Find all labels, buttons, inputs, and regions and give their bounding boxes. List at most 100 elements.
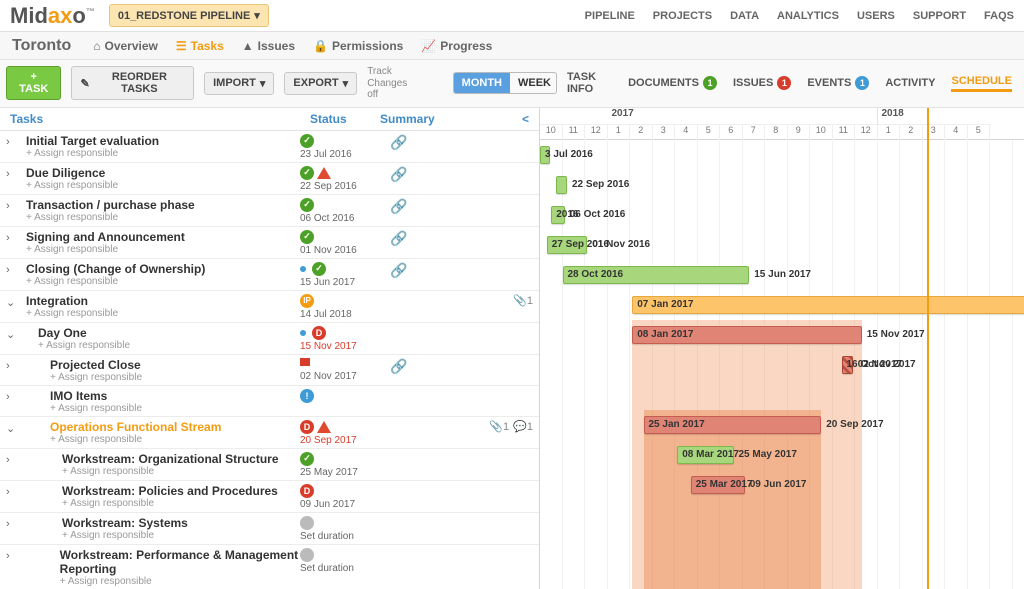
task-row[interactable]: ›Initial Target evaluation+ Assign respo…: [0, 131, 539, 163]
expander-icon[interactable]: ⌄: [6, 422, 18, 435]
import-button[interactable]: IMPORT▾: [204, 72, 274, 95]
task-row[interactable]: ›Transaction / purchase phase+ Assign re…: [0, 195, 539, 227]
task-row[interactable]: ›Workstream: Policies and Procedures+ As…: [0, 481, 539, 513]
expander-icon[interactable]: ›: [6, 168, 18, 180]
gantt-bar[interactable]: 08 Jan 201715 Nov 2017: [632, 326, 862, 344]
assign-responsible[interactable]: + Assign responsible: [60, 576, 300, 587]
task-row[interactable]: ⌄Day One+ Assign responsibleD15 Nov 2017: [0, 323, 539, 355]
gantt-bar[interactable]: 201606 Oct 2016: [551, 206, 565, 224]
assign-responsible[interactable]: + Assign responsible: [26, 212, 195, 223]
col-status-header[interactable]: Status: [310, 112, 380, 126]
gantt-bar[interactable]: 27 Sep 201601 Nov 2016: [547, 236, 588, 254]
gantt-row: 08 Mar 201725 May 2017: [540, 440, 1024, 470]
link-icon: 🔗: [390, 166, 406, 182]
track-changes[interactable]: Track Changesoff: [367, 66, 432, 101]
expander-icon[interactable]: ›: [6, 136, 18, 148]
subnav-progress[interactable]: 📈Progress: [421, 39, 492, 53]
gantt-row: 25 Jan 201720 Sep 2017: [540, 410, 1024, 440]
pipeline-selector[interactable]: 01_REDSTONE PIPELINE ▾: [109, 4, 269, 27]
expander-icon[interactable]: ›: [6, 550, 16, 562]
tab-documents[interactable]: DOCUMENTS1: [628, 76, 717, 90]
gantt-bar[interactable]: 16 Oct 201702 Nov 2017: [842, 356, 853, 374]
expander-icon[interactable]: ›: [6, 518, 18, 530]
tab-schedule[interactable]: SCHEDULE: [951, 75, 1012, 92]
col-summary-header[interactable]: Summary: [380, 112, 522, 126]
assign-responsible[interactable]: + Assign responsible: [26, 180, 118, 191]
export-button[interactable]: EXPORT▾: [284, 72, 357, 95]
task-row[interactable]: ⌄Integration+ Assign responsibleIP14 Jul…: [0, 291, 539, 323]
task-row[interactable]: ›Workstream: Organizational Structure+ A…: [0, 449, 539, 481]
task-row[interactable]: ›Signing and Announcement+ Assign respon…: [0, 227, 539, 259]
assign-responsible[interactable]: + Assign responsible: [50, 403, 142, 414]
task-date: 23 Jul 2016: [300, 149, 352, 160]
expander-icon[interactable]: ⌄: [6, 296, 18, 309]
subnav-overview[interactable]: ⌂Overview: [93, 39, 158, 53]
expander-icon[interactable]: ›: [6, 264, 18, 276]
expander-icon[interactable]: ›: [6, 391, 18, 403]
assign-responsible[interactable]: + Assign responsible: [26, 276, 205, 287]
gantt-bar[interactable]: 3 Jul 2016: [540, 146, 550, 164]
attachment-icon[interactable]: 📎1: [489, 420, 509, 433]
expander-icon[interactable]: ›: [6, 486, 18, 498]
expander-icon[interactable]: ›: [6, 200, 18, 212]
left-pane-header: Tasks Status Summary <: [0, 108, 539, 131]
gantt-bar[interactable]: 22 Sep 2016: [556, 176, 567, 194]
gantt-header: 20172018 10111212345678910111212345: [540, 108, 1024, 140]
task-row[interactable]: ›Due Diligence+ Assign responsible✓22 Se…: [0, 163, 539, 195]
tab-issues[interactable]: ISSUES1: [733, 76, 791, 90]
topnav-support[interactable]: SUPPORT: [913, 10, 966, 22]
project-name: Toronto: [12, 37, 71, 55]
task-status: ✓15 Jun 2017: [300, 262, 390, 288]
tab-task-info[interactable]: TASK INFO: [567, 71, 612, 95]
assign-responsible[interactable]: + Assign responsible: [62, 530, 188, 541]
topnav-faqs[interactable]: FAQS: [984, 10, 1014, 22]
topnav-projects[interactable]: PROJECTS: [653, 10, 712, 22]
topnav-data[interactable]: DATA: [730, 10, 759, 22]
gantt-bar[interactable]: 28 Oct 201615 Jun 2017: [563, 266, 750, 284]
subnav-permissions[interactable]: 🔒Permissions: [313, 39, 403, 53]
assign-responsible[interactable]: + Assign responsible: [38, 340, 130, 351]
view-week[interactable]: WEEK: [510, 73, 557, 93]
expander-icon[interactable]: ›: [6, 232, 18, 244]
tab-events[interactable]: EVENTS1: [807, 76, 869, 90]
attachment-icon[interactable]: 📎1: [513, 294, 533, 307]
assign-responsible[interactable]: + Assign responsible: [26, 244, 185, 255]
gantt-bar[interactable]: 25 Jan 201720 Sep 2017: [644, 416, 822, 434]
col-tasks-header[interactable]: Tasks: [10, 112, 310, 126]
gantt-row: 28 Oct 201615 Jun 2017: [540, 260, 1024, 290]
topnav-pipeline[interactable]: PIPELINE: [585, 10, 635, 22]
collapse-left-icon[interactable]: <: [522, 112, 529, 126]
assign-responsible[interactable]: + Assign responsible: [62, 498, 278, 509]
task-row[interactable]: ⌄Operations Functional Stream+ Assign re…: [0, 417, 539, 449]
task-row[interactable]: ›Workstream: Performance & Management Re…: [0, 545, 539, 589]
view-month[interactable]: MONTH: [454, 73, 510, 93]
subnav-issues[interactable]: ▲Issues: [242, 39, 295, 53]
gantt-bar[interactable]: 25 Mar 201709 Jun 2017: [691, 476, 745, 494]
task-row[interactable]: ›Closing (Change of Ownership)+ Assign r…: [0, 259, 539, 291]
expander-icon[interactable]: ⌄: [6, 328, 18, 341]
assign-responsible[interactable]: + Assign responsible: [26, 308, 118, 319]
comment-icon[interactable]: 💬1: [513, 420, 533, 433]
bar-end-label: 06 Oct 2016: [570, 209, 626, 220]
expander-icon[interactable]: ›: [6, 454, 18, 466]
add-task-button[interactable]: + TASK: [6, 66, 61, 100]
gantt-bar[interactable]: 08 Mar 201725 May 2017: [677, 446, 733, 464]
task-row[interactable]: ›IMO Items+ Assign responsible!: [0, 386, 539, 417]
assign-responsible[interactable]: + Assign responsible: [26, 148, 159, 159]
task-row[interactable]: ›Workstream: Systems+ Assign responsible…: [0, 513, 539, 545]
expander-icon[interactable]: ›: [6, 360, 18, 372]
subnav-label: Issues: [258, 39, 295, 53]
gantt-bar[interactable]: 07 Jan 201714: [632, 296, 1024, 314]
topnav-analytics[interactable]: ANALYTICS: [777, 10, 839, 22]
assign-responsible[interactable]: + Assign responsible: [62, 466, 279, 477]
delayed-icon: D: [300, 484, 314, 498]
subnav-tasks[interactable]: ☰Tasks: [176, 39, 224, 53]
tab-activity[interactable]: ACTIVITY: [885, 77, 935, 89]
topnav-users[interactable]: USERS: [857, 10, 895, 22]
reorder-tasks-button[interactable]: ✎REORDER TASKS: [71, 66, 194, 100]
task-row[interactable]: ›Projected Close+ Assign responsible02 N…: [0, 355, 539, 386]
assign-responsible[interactable]: + Assign responsible: [50, 434, 221, 445]
task-date: Set duration: [300, 531, 354, 542]
gantt-body[interactable]: 3 Jul 2016 22 Sep 2016 201606 Oct 2016 27 S…: [540, 140, 1024, 589]
assign-responsible[interactable]: + Assign responsible: [50, 372, 142, 383]
